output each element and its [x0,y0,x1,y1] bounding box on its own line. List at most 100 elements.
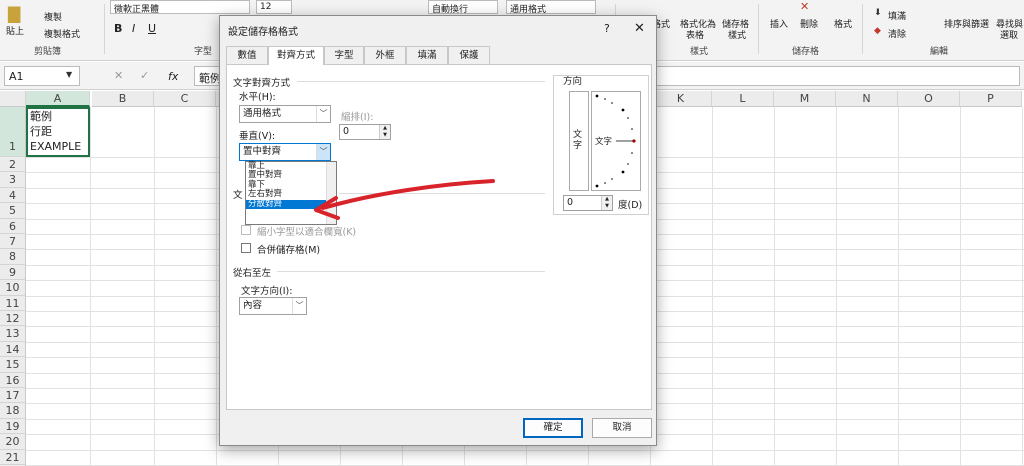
tab-number[interactable]: 數值 [226,46,268,64]
italic-button[interactable]: I [132,22,135,35]
column-header[interactable]: N [836,91,898,107]
row-header[interactable]: 4 [0,187,26,204]
row-header[interactable]: 13 [0,326,26,342]
vertical-dropdown-list[interactable]: 靠上 置中對齊 靠下 左右對齊 分散對齊 [245,161,337,225]
row-header[interactable]: 21 [0,449,26,465]
shrink-to-fit-label: 縮小字型以適合欄寬(K) [257,227,357,238]
find-select-label2: 選取 [1000,31,1019,41]
grid-line [90,107,91,466]
select-all-corner[interactable] [0,91,26,107]
bold-button[interactable]: B [114,22,122,35]
horizontal-select[interactable]: 通用格式 ﹀ [239,105,331,123]
degree-spinner[interactable]: 0 ▲ ▼ [563,195,613,211]
chevron-down-icon: ﹀ [316,106,330,122]
row-header[interactable]: 6 [0,218,26,234]
ok-button[interactable]: 確定 [523,418,583,438]
delete-icon: ✕ [800,0,810,13]
confirm-edit-icon[interactable]: ✓ [140,69,149,82]
number-format-select[interactable]: 通用格式 [506,0,596,14]
spin-down-icon[interactable]: ▼ [379,132,390,139]
tab-protection[interactable]: 保護 [448,46,490,64]
insert-button[interactable]: 插入 [770,17,788,30]
help-button[interactable]: ? [604,22,610,35]
clear-icon: ◆ [874,26,881,36]
cancel-edit-icon[interactable]: ✕ [114,69,123,82]
row-header[interactable]: 16 [0,372,26,388]
indent-value: 0 [343,126,350,137]
name-box-dropdown-icon[interactable]: ▼ [66,70,72,79]
rtl-section-title: 從右至左 [233,268,272,279]
column-header[interactable]: K [650,91,712,107]
tab-border[interactable]: 外框 [364,46,406,64]
row-header[interactable]: 17 [0,388,26,404]
row-header[interactable]: 15 [0,357,26,373]
column-header[interactable]: B [92,91,154,107]
row-header[interactable]: 3 [0,172,26,188]
dialog-title: 設定儲存格格式 [228,27,298,38]
tab-alignment[interactable]: 對齊方式 [268,46,324,65]
wrap-text-button[interactable]: 自動換行 [428,0,498,14]
sort-filter-button[interactable]: 排序與篩選 [944,17,989,30]
underline-button[interactable]: U [148,22,156,35]
row-header[interactable]: 9 [0,264,26,281]
font-size-select[interactable]: 12 [256,0,292,14]
text-alignment-section-title: 文字對齊方式 [233,78,291,89]
row-header[interactable]: 12 [0,311,26,327]
dropdown-option-distributed[interactable]: 分散對齊 [246,199,336,209]
chevron-down-icon: ﹀ [292,298,306,314]
vertical-select-value: 置中對齊 [243,146,282,157]
fill-button[interactable]: 填滿 [888,9,906,22]
spin-up-icon[interactable]: ▲ [601,196,612,203]
column-header[interactable]: L [712,91,774,107]
column-header[interactable]: M [774,91,836,107]
function-icon[interactable]: fx [168,70,178,83]
delete-button[interactable]: 刪除 [800,17,818,30]
indent-spinner[interactable]: 0 ▲ ▼ [339,124,391,140]
column-header[interactable]: C [154,91,216,107]
text-direction-label: 文字方向(I): [241,286,293,297]
cell-a1[interactable]: 範例 行距 EXAMPLE [26,107,90,157]
shrink-to-fit-checkbox[interactable] [241,225,251,235]
font-name-select[interactable]: 微軟正黑體 [110,0,250,14]
column-header[interactable]: P [960,91,1022,107]
paste-icon[interactable]: ▇ [8,4,20,23]
row-header[interactable]: 1 [0,107,26,157]
merge-cells-checkbox[interactable] [241,243,251,253]
paste-button[interactable]: 貼上 [6,24,24,37]
copy-button[interactable]: 複製 [44,10,62,23]
vertical-select[interactable]: 置中對齊 ﹀ [239,143,331,161]
cells-group-label: 儲存格 [792,47,820,57]
row-header[interactable]: 11 [0,295,26,311]
cell-styles-label2: 樣式 [728,31,747,41]
row-header[interactable]: 14 [0,341,26,358]
spin-up-icon[interactable]: ▲ [379,125,390,132]
clear-button[interactable]: 清除 [888,27,906,40]
row-header[interactable]: 20 [0,434,26,450]
row-header[interactable]: 7 [0,234,26,250]
orientation-dial[interactable]: 文字 [591,91,641,191]
spin-down-icon[interactable]: ▼ [601,203,612,210]
merge-cells-label: 合併儲存格(M) [257,245,321,256]
dropdown-scrollbar[interactable] [326,162,336,224]
vertical-text-toggle[interactable]: 文字 [569,91,589,191]
row-header[interactable]: 2 [0,157,26,173]
tab-font[interactable]: 字型 [324,46,364,64]
row-header[interactable]: 18 [0,403,26,419]
close-button[interactable]: ✕ [634,21,645,36]
format-painter-button[interactable]: 複製格式 [44,27,80,40]
row-header[interactable]: 10 [0,280,26,296]
column-header[interactable]: O [898,91,960,107]
column-header[interactable]: A [26,91,90,107]
ribbon-separator [758,4,759,54]
text-control-section-title: 文 [233,190,243,201]
section-divider [277,271,545,272]
editing-group-label: 編輯 [930,47,949,57]
cancel-button[interactable]: 取消 [592,418,652,438]
format-button[interactable]: 格式 [834,17,852,30]
tab-fill[interactable]: 填滿 [406,46,448,64]
row-header[interactable]: 5 [0,203,26,219]
orientation-text-sample: 文字 [595,137,613,147]
row-header[interactable]: 8 [0,249,26,265]
text-direction-select[interactable]: 內容 ﹀ [239,297,307,315]
row-header[interactable]: 19 [0,418,26,435]
